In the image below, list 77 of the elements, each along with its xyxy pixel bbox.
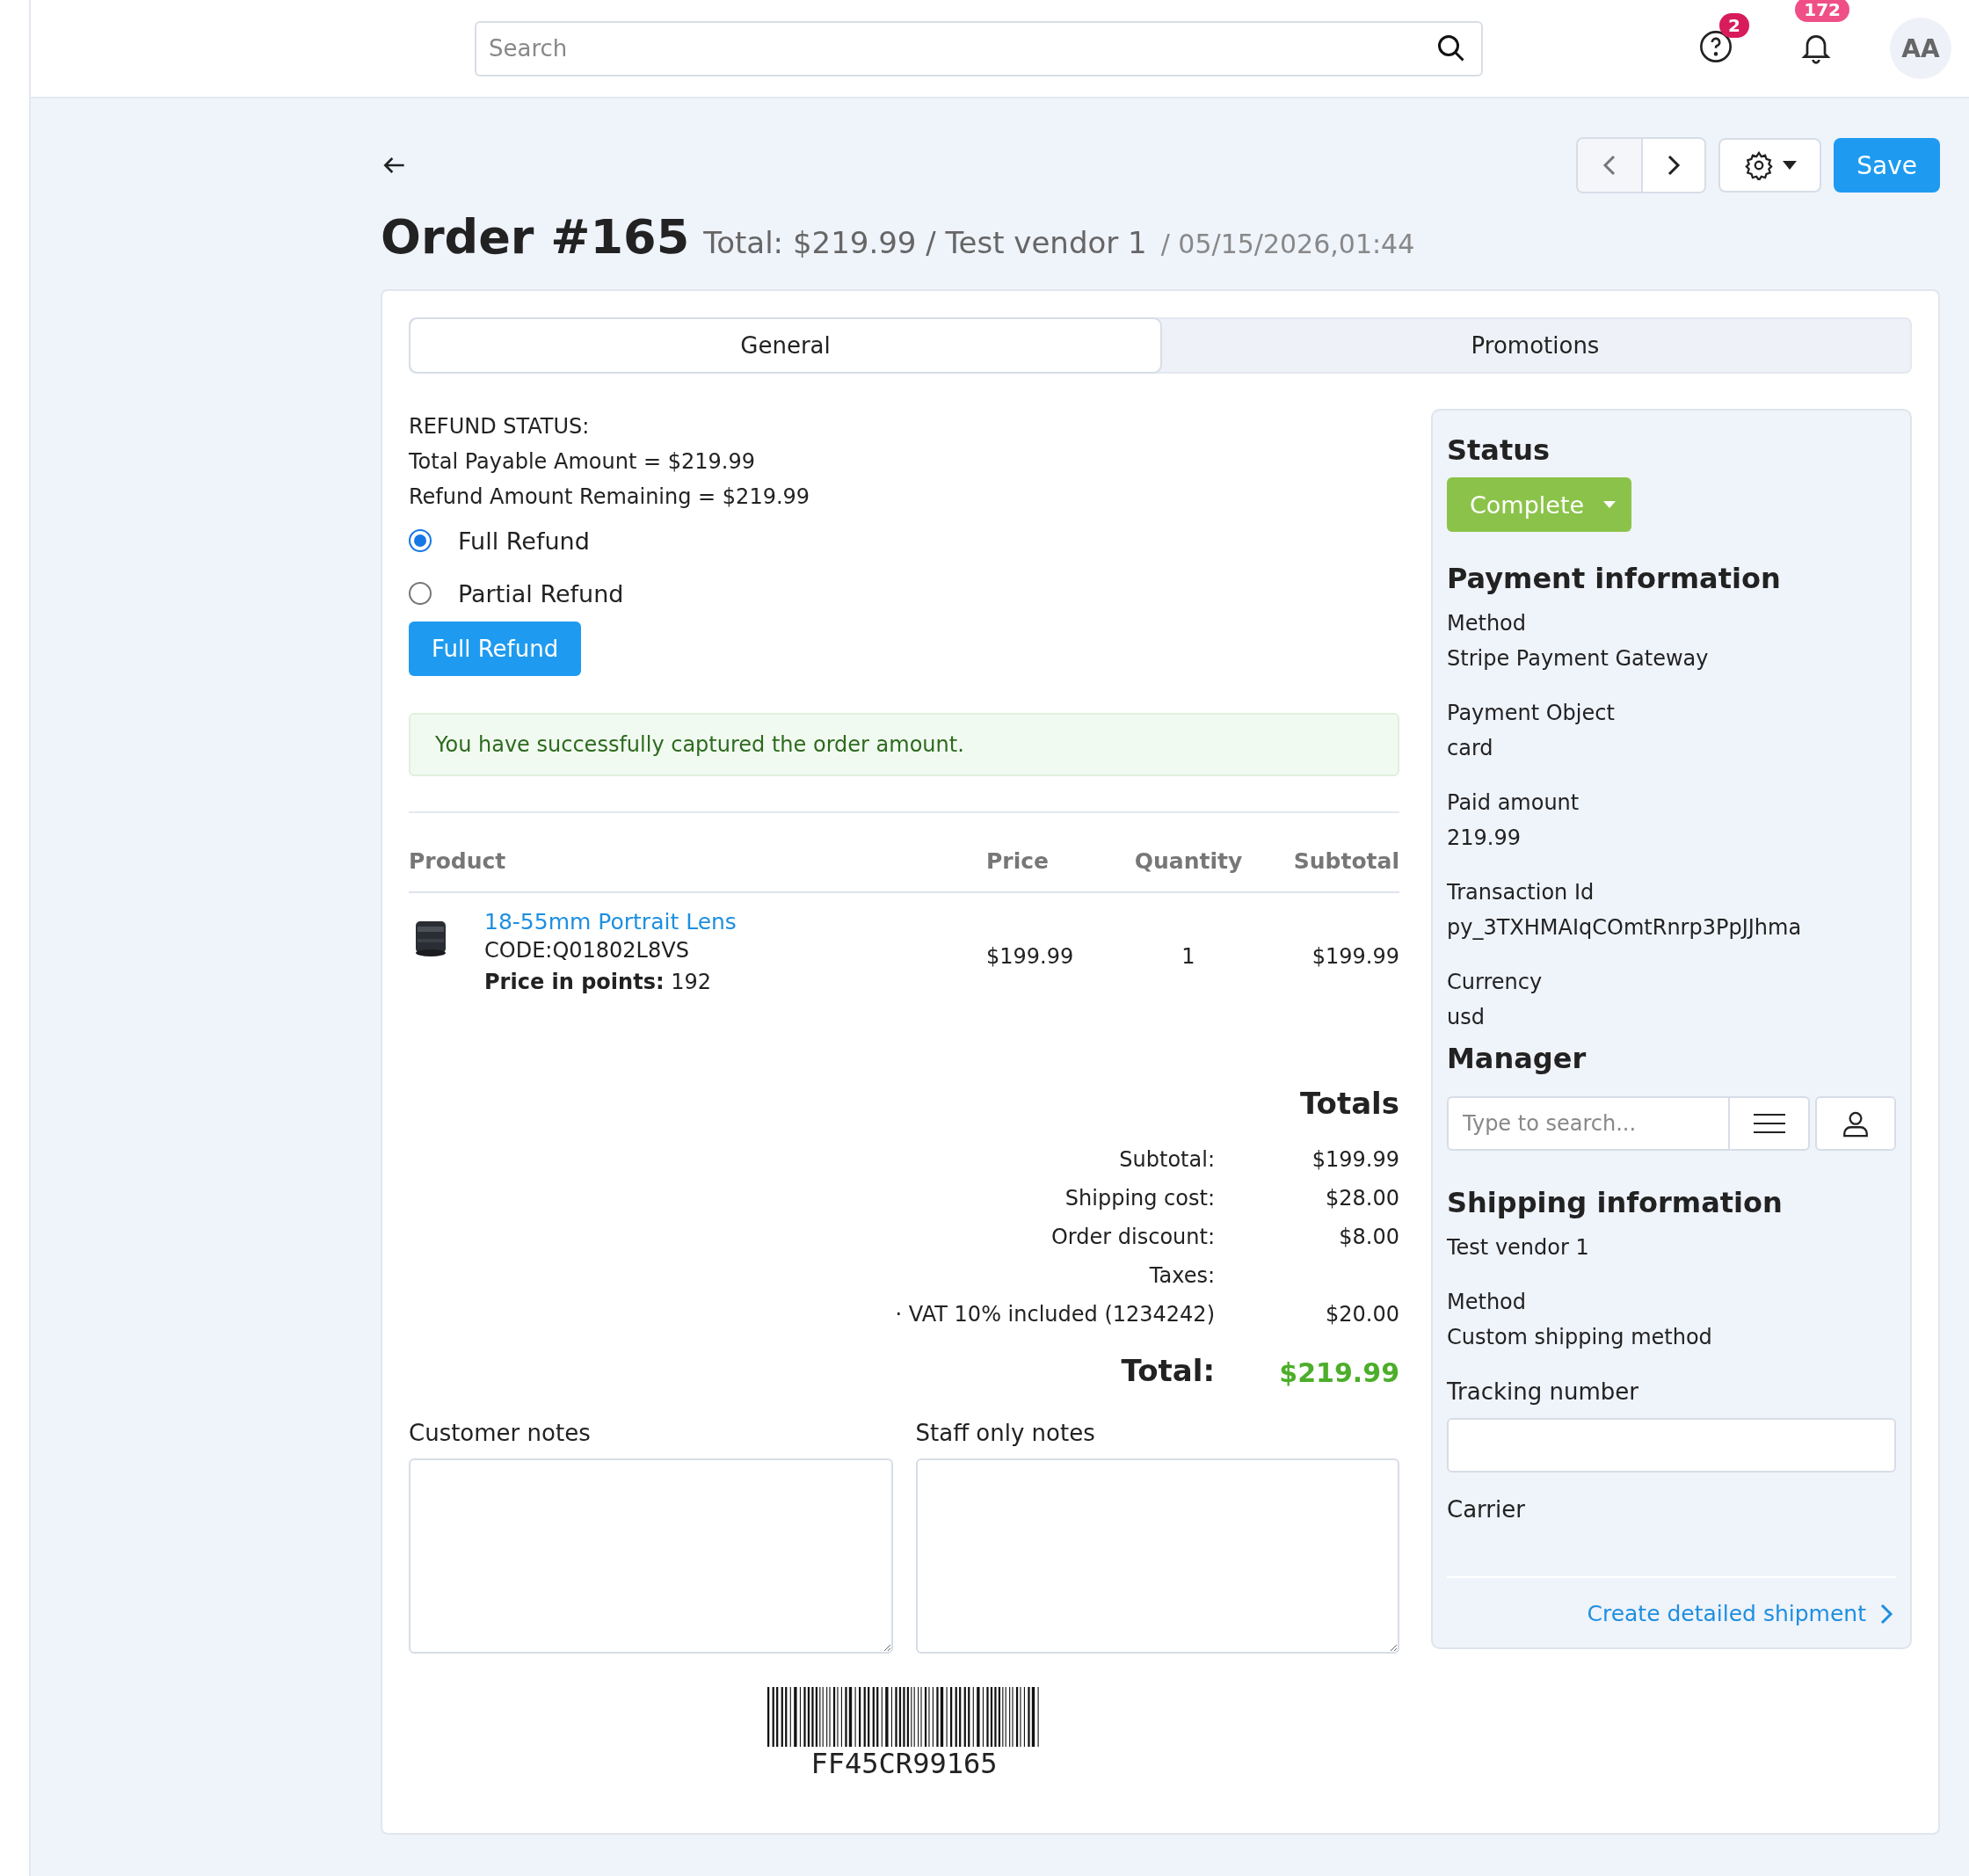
section-heading: Status — [1447, 433, 1551, 467]
create-shipment-link[interactable]: Create detailed shipment — [1587, 1601, 1896, 1626]
next-button[interactable] — [1641, 139, 1705, 192]
column-header: Subtotal — [1259, 848, 1399, 893]
total-value: $199.99 — [1311, 1147, 1399, 1172]
radio-label: Partial Refund — [458, 579, 624, 607]
refund-heading: REFUND STATUS: — [409, 413, 591, 440]
field-label: Payment Object — [1447, 700, 1616, 727]
field-label: Currency — [1447, 969, 1544, 996]
product-code: CODE:Q01802L8VS — [484, 937, 690, 964]
field-label: Tracking number — [1447, 1378, 1639, 1407]
field-value: Custom shipping method — [1447, 1324, 1713, 1351]
save-button[interactable]: Save — [1834, 138, 1940, 193]
field-label: Carrier — [1447, 1495, 1526, 1524]
notes-field[interactable] — [915, 1458, 1399, 1654]
field-value: 219.99 — [1447, 825, 1522, 852]
column-header: Price — [986, 848, 1118, 893]
notification-badge: 172 — [1795, 0, 1849, 22]
help-badge: 2 — [1719, 13, 1749, 38]
tracking-number-field[interactable] — [1447, 1418, 1896, 1472]
field-value: card — [1447, 735, 1494, 762]
totals-heading: Totals — [1298, 1086, 1399, 1121]
section-heading: Manager — [1447, 1042, 1588, 1075]
order-title: Order #165 — [381, 209, 690, 265]
order-date: / 05/15/2026,01:44 — [1160, 229, 1415, 259]
notes-field[interactable] — [409, 1458, 893, 1654]
radio-label: Full Refund — [458, 527, 590, 555]
total-value: $28.00 — [1326, 1186, 1399, 1211]
total-label: Order discount: — [1050, 1225, 1215, 1249]
full-refund-button[interactable]: Full Refund — [409, 622, 582, 676]
section-heading: Shipping information — [1447, 1186, 1784, 1219]
field-value: Stripe Payment Gateway — [1447, 645, 1710, 673]
table-cell: $199.99 — [1311, 943, 1399, 969]
field-label: Method — [1447, 610, 1527, 637]
menu-icon — [1753, 1113, 1785, 1134]
table-cell: 1 — [1181, 943, 1195, 969]
success-alert: You have successfully captured the order amount. — [409, 713, 1399, 776]
table-cell: $199.99 — [986, 943, 1074, 969]
total-label: Total: — [1121, 1353, 1215, 1388]
column-header: Quantity — [1118, 848, 1259, 893]
total-label: Shipping cost: — [1064, 1186, 1215, 1211]
manager-search-field[interactable]: Type to search... — [1447, 1096, 1730, 1151]
field-label: Paid amount — [1447, 789, 1580, 817]
field-label: Transaction Id — [1447, 879, 1595, 906]
caret-icon — [1603, 501, 1617, 508]
user-avatar[interactable]: AA — [1890, 18, 1951, 79]
product-points: Price in points: 192 — [484, 969, 712, 996]
notes-label: Customer notes — [409, 1420, 592, 1446]
product-link[interactable]: 18-55mm Portrait Lens — [484, 909, 737, 934]
total-label: · VAT 10% included (1234242) — [895, 1302, 1215, 1327]
vendor-name: Test vendor 1 — [1447, 1234, 1590, 1262]
radio-button[interactable] — [409, 529, 432, 552]
column-header: Product — [409, 848, 986, 893]
list-button[interactable] — [1730, 1096, 1811, 1151]
settings-icon — [1743, 150, 1774, 180]
tab[interactable]: Promotions — [1160, 319, 1910, 372]
total-value: $20.00 — [1326, 1302, 1399, 1327]
barcode-number: FF45CR99165 — [810, 1747, 998, 1780]
field-value: usd — [1447, 1004, 1486, 1031]
total-label: Taxes: — [1149, 1263, 1215, 1288]
total-value: $8.00 — [1339, 1225, 1399, 1249]
radio-button[interactable] — [409, 582, 432, 605]
notes-label: Staff only notes — [915, 1420, 1096, 1446]
search-field[interactable]: Search — [475, 20, 1483, 76]
tab[interactable]: General — [411, 319, 1160, 372]
settings-button[interactable] — [1718, 138, 1822, 193]
field-label: Method — [1447, 1289, 1527, 1316]
section-heading: Payment information — [1447, 562, 1782, 595]
order-summary: Total: $219.99 / Test vendor 1 — [703, 225, 1147, 260]
caret-icon — [1782, 161, 1797, 170]
status-dropdown[interactable]: Complete — [1447, 477, 1632, 532]
total-label: Subtotal: — [1119, 1147, 1215, 1172]
refund-amount: Total Payable Amount = $219.99 — [409, 448, 756, 476]
total-value: $219.99 — [1279, 1357, 1399, 1388]
user-button[interactable] — [1815, 1096, 1896, 1151]
field-value: py_3TXHMAIqCOmtRnrp3PpJJhma — [1447, 914, 1803, 942]
refund-amount: Refund Amount Remaining = $219.99 — [409, 484, 811, 511]
